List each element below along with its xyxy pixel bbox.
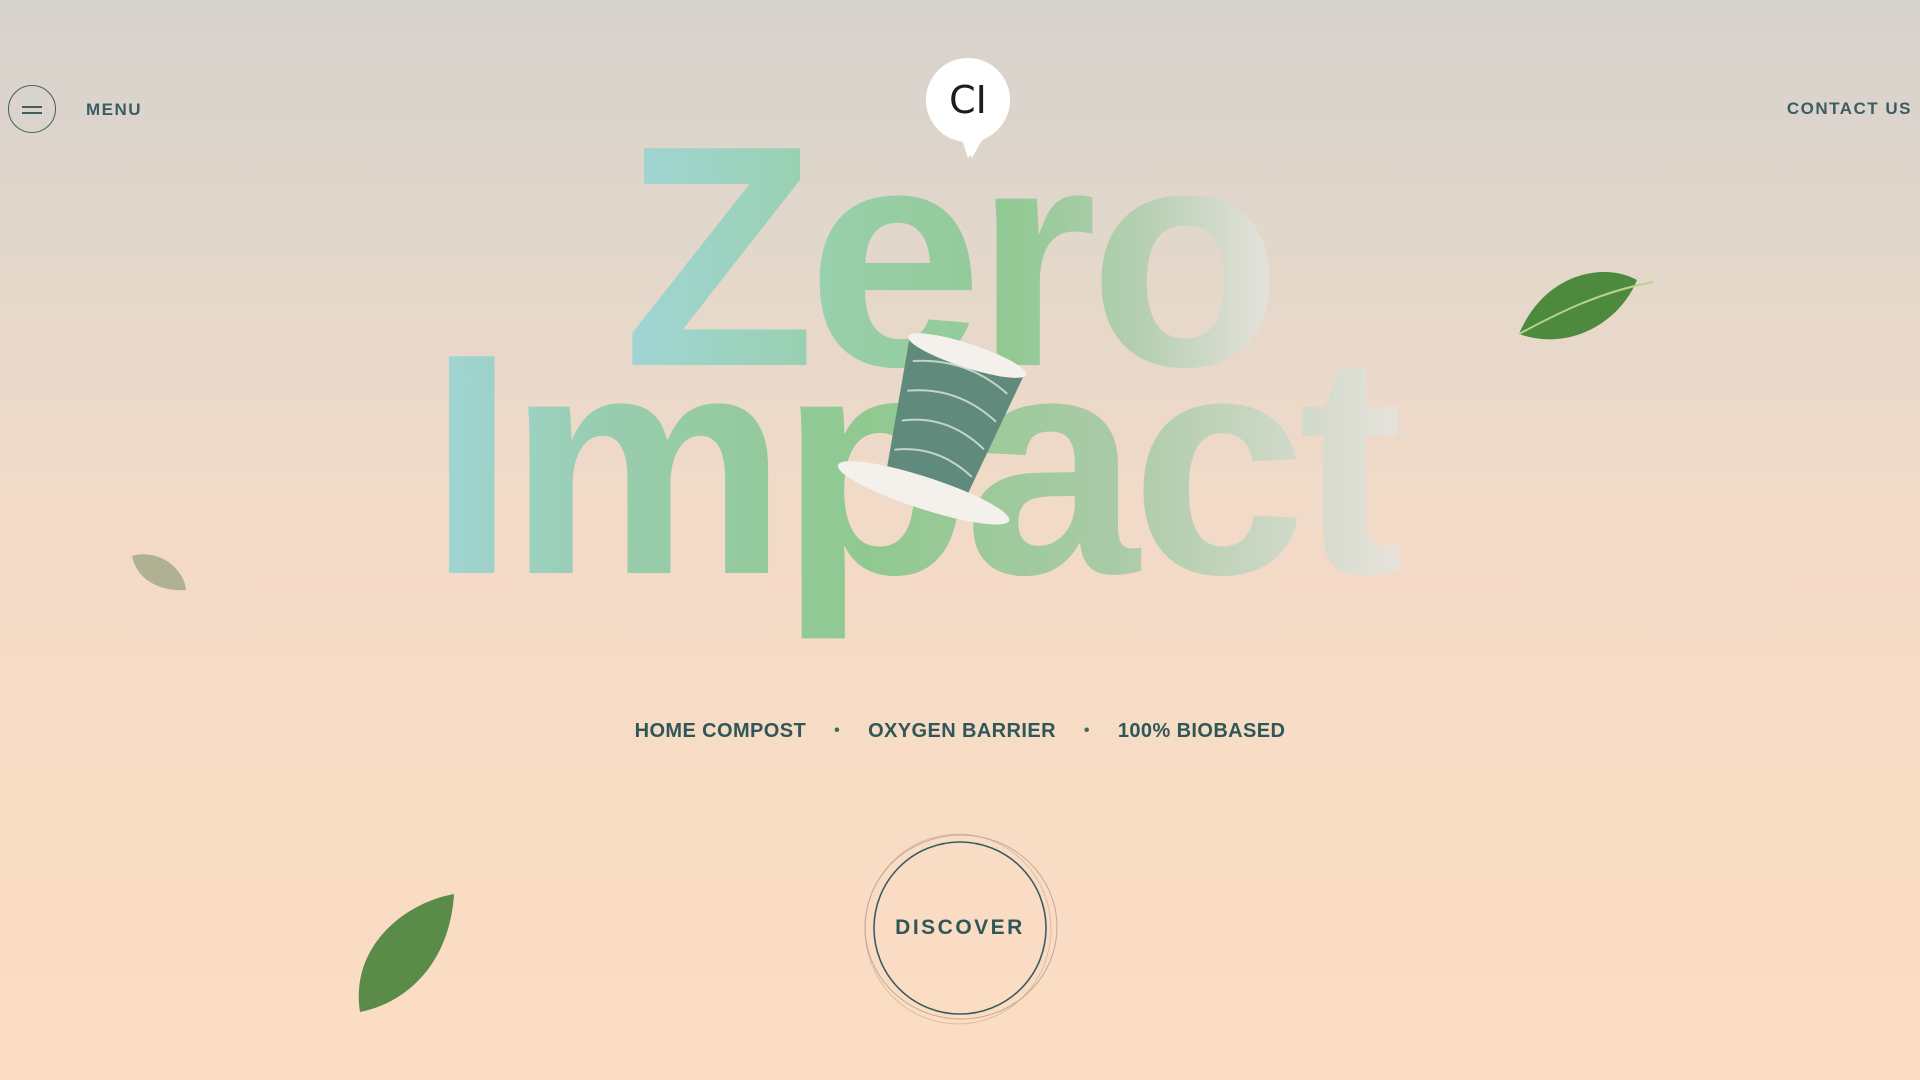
separator-dot: • <box>834 722 841 739</box>
feature-biobased: 100% BIOBASED <box>1117 720 1286 742</box>
separator-dot: • <box>1083 722 1090 739</box>
headline-line-2: Impact <box>428 288 1402 642</box>
leaf-icon <box>358 894 454 1012</box>
feature-home-compost: HOME COMPOST <box>634 720 807 742</box>
discover-button[interactable]: DISCOVER <box>860 828 1060 1028</box>
hero-headline: Zero Impact <box>428 80 1410 642</box>
discover-label: DISCOVER <box>895 916 1025 939</box>
feature-oxygen-barrier: OXYGEN BARRIER <box>868 720 1056 742</box>
features-list: HOME COMPOST • OXYGEN BARRIER • 100% BIO… <box>0 720 1920 743</box>
